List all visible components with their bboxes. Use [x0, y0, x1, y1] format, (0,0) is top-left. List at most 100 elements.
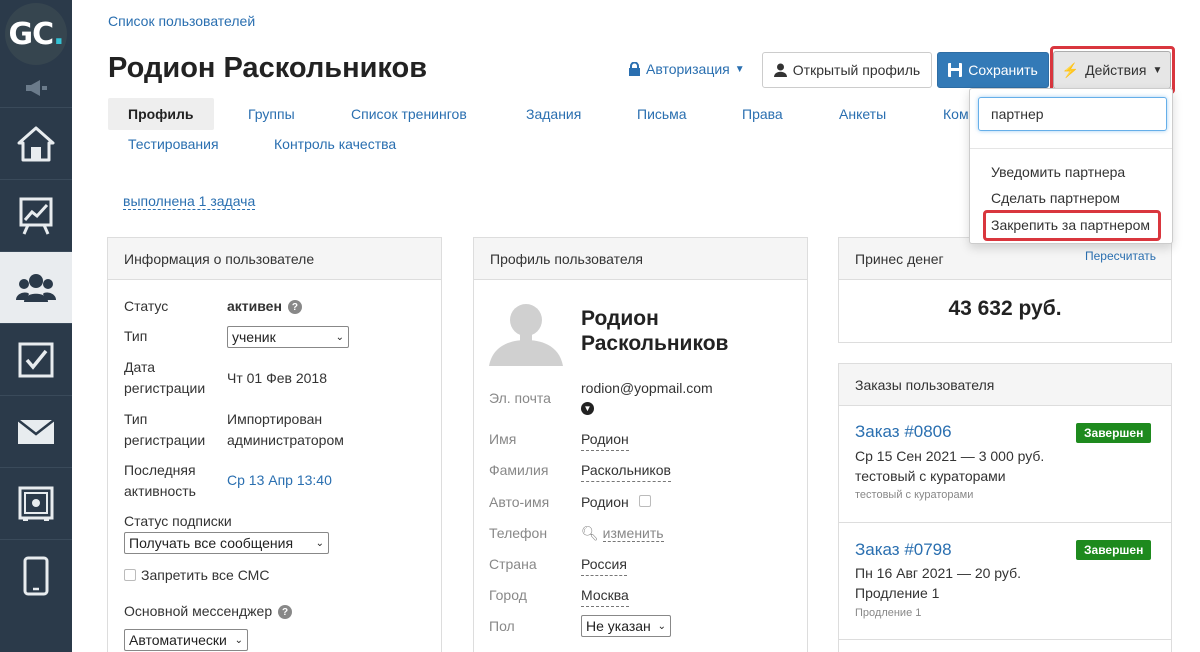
sms-label: Запретить все СМС [141, 567, 270, 583]
subscription-label: Статус подписки [124, 513, 232, 529]
chevron-down-icon: ⌄ [315, 537, 324, 549]
tab-letters[interactable]: Письма [637, 98, 687, 130]
assign-partner-highlight-frame [983, 210, 1161, 241]
floppy-icon [948, 63, 963, 77]
type-label: Тип [124, 328, 148, 344]
messenger-label: Основной мессенджер? [124, 601, 293, 622]
status-label: Статус [124, 298, 169, 314]
search-icon: 🔍︎ [581, 525, 599, 541]
avatar[interactable] [489, 296, 563, 369]
first-name-label: Имя [489, 431, 517, 447]
auth-dropdown[interactable]: Авторизация ▼ [628, 61, 745, 77]
order-product: Продление 1 [855, 585, 940, 601]
menu-item-notify-partner[interactable]: Уведомить партнера [991, 164, 1125, 180]
help-icon[interactable]: ? [278, 605, 293, 620]
recalculate-link[interactable]: Пересчитать [1085, 249, 1156, 263]
messenger-select[interactable]: Автоматически ⌄ [124, 629, 248, 651]
tab-surveys[interactable]: Анкеты [839, 98, 886, 130]
money-amount: 43 632 руб. [948, 297, 1062, 320]
order-product-note: Продление 1 [855, 607, 922, 619]
tab-quality-control[interactable]: Контроль качества [274, 128, 396, 160]
order-product-note: тестовый с кураторами [855, 489, 974, 501]
save-label: Сохранить [968, 62, 1038, 78]
reg-type-label: Тип регистрации [124, 411, 206, 448]
auto-name-checkbox[interactable] [639, 495, 651, 507]
tab-assignments[interactable]: Задания [526, 98, 581, 130]
nav-mail-icon[interactable] [0, 395, 72, 467]
reg-type-value: Импортирован администратором [227, 411, 344, 448]
country-value[interactable]: Россия [581, 554, 627, 576]
tab-rights[interactable]: Права [742, 98, 783, 130]
nav-home-icon[interactable] [0, 107, 72, 179]
auth-label: Авторизация [646, 61, 730, 77]
chevron-circle-down-icon[interactable]: ▼ [581, 402, 594, 415]
nav-statistics-icon[interactable] [0, 179, 72, 251]
orders-title: Заказы пользователя [839, 364, 1171, 406]
menu-item-make-partner[interactable]: Сделать партнером [991, 190, 1120, 206]
city-value[interactable]: Москва [581, 585, 629, 607]
tab-comments[interactable]: Ком [943, 98, 969, 130]
last-name-label: Фамилия [489, 462, 549, 478]
chevron-down-icon: ⌄ [657, 620, 666, 632]
last-name-value[interactable]: Раскольников [581, 460, 671, 482]
page-title: Родион Раскольников [108, 52, 428, 84]
lock-icon [629, 62, 640, 76]
reg-date-value: Чт 01 Фев 2018 [227, 370, 327, 386]
order-divider [838, 522, 1172, 523]
subscription-select[interactable]: Получать все сообщения ⌄ [124, 532, 329, 554]
email-value[interactable]: rodion@yopmail.com [581, 378, 713, 399]
open-profile-button[interactable]: Открытый профиль [762, 52, 932, 88]
first-name-value[interactable]: Родион [581, 429, 629, 451]
breadcrumb[interactable]: Список пользователей [108, 13, 255, 29]
menu-divider [970, 148, 1172, 149]
logo[interactable]: GC. [0, 0, 72, 68]
status-badge: Завершен [1076, 540, 1152, 560]
open-profile-label: Открытый профиль [792, 62, 921, 78]
status-value: активен? [227, 296, 302, 317]
tab-profile[interactable]: Профиль [108, 98, 214, 130]
phone-label: Телефон [489, 525, 548, 541]
save-button[interactable]: Сохранить [937, 52, 1049, 88]
nav-mobile-icon[interactable] [0, 539, 72, 611]
status-badge: Завершен [1076, 423, 1152, 443]
nav-tasks-icon[interactable] [0, 323, 72, 395]
caret-down-icon: ▼ [734, 63, 745, 75]
megaphone-icon[interactable] [0, 70, 72, 106]
profile-title: Профиль пользователя [474, 238, 807, 280]
order-number-link[interactable]: Заказ #0806 [855, 422, 952, 442]
completed-tasks-link[interactable]: выполнена 1 задача [123, 193, 256, 210]
last-activity-label: Последняя активность [124, 462, 196, 499]
user-icon [773, 63, 787, 77]
user-info-title: Информация о пользователе [108, 238, 441, 280]
type-select[interactable]: ученик ⌄ [227, 326, 349, 348]
gender-label: Пол [489, 618, 515, 634]
tab-trainings[interactable]: Список тренингов [351, 98, 467, 130]
auto-name-value: Родион [581, 494, 629, 510]
sms-checkbox[interactable] [124, 569, 136, 581]
city-label: Город [489, 587, 527, 603]
sidebar: GC. [0, 0, 72, 652]
last-activity-value[interactable]: Ср 13 Апр 13:40 [227, 470, 332, 491]
chevron-down-icon: ⌄ [335, 331, 344, 343]
tab-tests[interactable]: Тестирования [128, 128, 219, 160]
nav-users-icon[interactable] [0, 251, 72, 323]
actions-search-input[interactable] [978, 97, 1167, 131]
profile-full-name: Родион Раскольников [581, 307, 729, 355]
help-icon[interactable]: ? [287, 300, 302, 315]
country-label: Страна [489, 556, 537, 572]
order-number-link[interactable]: Заказ #0798 [855, 540, 952, 560]
nav-safe-icon[interactable] [0, 467, 72, 539]
tab-groups[interactable]: Группы [248, 98, 295, 130]
order-product: тестовый с кураторами [855, 468, 1006, 484]
logo-mark: GC. [5, 3, 67, 65]
auto-name-label: Авто-имя [489, 494, 550, 510]
phone-edit[interactable]: 🔍︎ изменить [581, 523, 664, 544]
chevron-down-icon: ⌄ [234, 634, 243, 646]
order-date-amount: Ср 15 Сен 2021 — 3 000 руб. [855, 448, 1045, 464]
gender-select[interactable]: Не указан ⌄ [581, 615, 671, 637]
reg-date-label: Дата регистрации [124, 359, 206, 396]
order-divider [838, 639, 1172, 640]
order-date-amount: Пн 16 Авг 2021 — 20 руб. [855, 565, 1021, 581]
actions-highlight-frame [1050, 46, 1175, 94]
email-label: Эл. почта [489, 390, 551, 406]
